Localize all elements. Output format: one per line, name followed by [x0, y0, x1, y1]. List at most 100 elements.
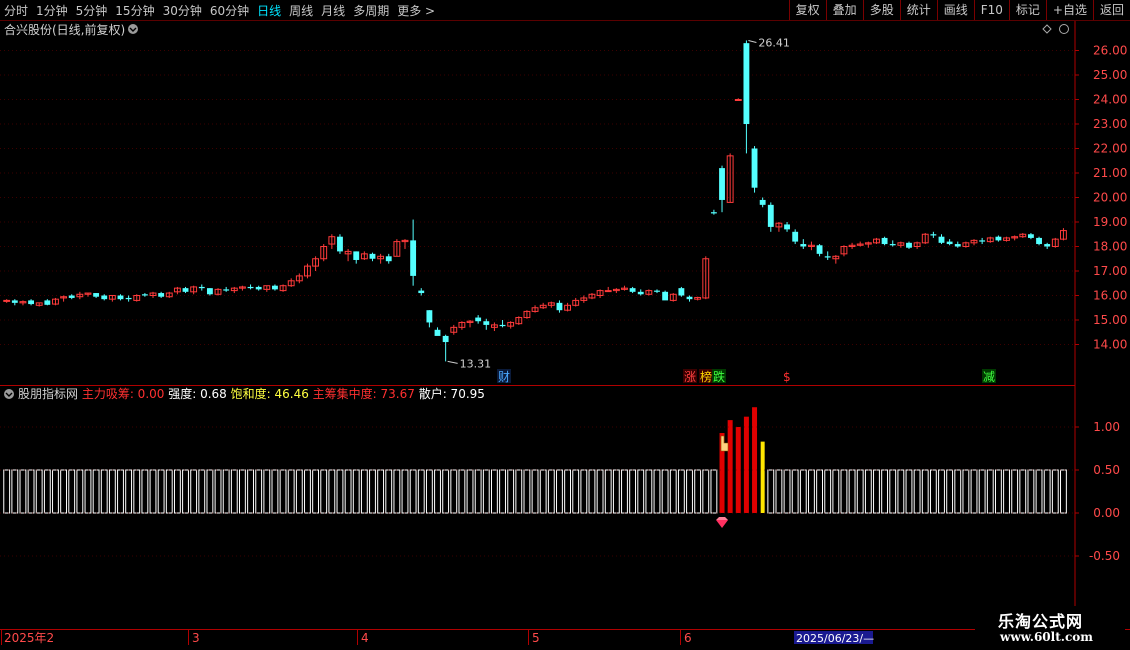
candle-down	[759, 199, 766, 205]
candle-down	[434, 329, 441, 336]
candle-down	[979, 240, 986, 242]
candle-down	[68, 295, 75, 298]
price-tick-label: 21.00	[1093, 166, 1127, 180]
candle-down	[499, 324, 506, 327]
indicator-value-2: 饱和度: 46.46	[231, 386, 313, 401]
candle-down	[125, 297, 132, 300]
candle-down	[11, 300, 18, 303]
event-marker: 财	[498, 370, 510, 384]
candle-down	[637, 291, 644, 295]
indicator-tick-label: 1.00	[1093, 420, 1120, 434]
candle-down	[418, 290, 425, 294]
event-marker: 减	[983, 370, 995, 384]
candle-down	[954, 244, 961, 247]
cursor-date-label: 2025/06/23/—	[796, 632, 874, 645]
candle-down	[767, 204, 774, 227]
candle-down	[385, 256, 392, 262]
event-marker: 跌	[713, 369, 725, 384]
candle-down	[784, 224, 790, 230]
indicator-bar-yellow	[760, 441, 765, 513]
indicator-value-3: 主筹集中度: 73.67	[313, 386, 419, 401]
candle-down	[483, 321, 490, 325]
price-tick-label: 14.00	[1093, 338, 1127, 352]
candle-down	[686, 296, 693, 300]
date-month-label: 4	[361, 631, 369, 645]
indicator-tick-label: 0.50	[1093, 463, 1120, 477]
price-tick-label: 22.00	[1093, 142, 1127, 156]
candle-down	[198, 286, 205, 289]
candle-down	[255, 286, 262, 290]
candle-down	[158, 293, 165, 297]
candle-down	[816, 245, 823, 254]
chart-area[interactable]: 26.00 25.00 24.00 23.00 22.00 21.00 20.00 19.00…	[0, 0, 1130, 650]
price-tick-label: 16.00	[1093, 289, 1127, 303]
candle-down	[629, 288, 636, 292]
candle-down	[654, 290, 660, 292]
candle-down	[743, 43, 750, 124]
event-marker: $	[783, 370, 791, 384]
watermark-title: 乐淘公式网	[998, 612, 1084, 631]
candle-down	[1044, 244, 1051, 247]
date-year-label: 2025年2	[4, 631, 54, 645]
candle-down	[662, 291, 669, 301]
date-month-label: 6	[684, 631, 692, 645]
candle-down	[946, 241, 953, 245]
candle-down	[800, 244, 807, 247]
indicator-bar-red	[752, 407, 758, 513]
candle-down	[141, 294, 148, 296]
candle-down	[337, 236, 343, 252]
candle-down	[930, 234, 937, 236]
candle-up	[3, 299, 11, 302]
indicator-legend: 股朋指标网 主力吸筹: 0.00 强度: 0.68 饱和度: 46.46 主筹集…	[18, 386, 485, 401]
high-label: 26.41	[758, 36, 790, 49]
price-tick-label: 19.00	[1093, 215, 1127, 229]
price-tick-label: 20.00	[1093, 191, 1127, 205]
candle-down	[442, 335, 449, 343]
price-tick-label: 17.00	[1093, 264, 1127, 278]
indicator-value-0: 主力吸筹: 0.00	[82, 387, 168, 401]
price-tick-label: 15.00	[1093, 313, 1127, 327]
candle-down	[410, 240, 417, 276]
candle-down	[1027, 234, 1034, 238]
candle-down	[206, 288, 213, 295]
candle-down	[182, 288, 189, 292]
candle-down	[272, 285, 278, 290]
candle-down	[101, 295, 108, 300]
candle-down	[1036, 237, 1042, 245]
candle-down	[889, 244, 896, 246]
price-tick-label: 18.00	[1093, 240, 1127, 254]
candle-down	[710, 212, 717, 214]
candle-down	[824, 256, 831, 258]
date-month-label: 5	[532, 631, 540, 645]
price-pane-title: 合兴股份(日线,前复权)	[4, 22, 125, 37]
candle-down	[678, 288, 685, 296]
event-marker: 榜	[700, 369, 712, 384]
price-tick-label: 24.00	[1093, 93, 1127, 107]
candle-down	[792, 231, 799, 242]
date-month-label: 3	[192, 631, 200, 645]
candle-down	[426, 310, 433, 323]
price-tick-label: 26.00	[1093, 44, 1127, 58]
indicator-bar-red	[727, 420, 733, 513]
indicator-tick-label: -0.50	[1089, 549, 1120, 563]
candle-down	[369, 253, 376, 259]
candle-down	[353, 251, 360, 260]
candle-down	[906, 242, 912, 248]
candle-down	[223, 289, 230, 291]
candle-down	[247, 286, 254, 289]
indicator-bar-red	[743, 416, 749, 513]
indicator-collapse-icon	[4, 389, 14, 399]
candle-up	[604, 290, 612, 293]
candle-down	[556, 302, 563, 311]
candle-down	[28, 300, 35, 305]
indicator-value-4: 散户: 70.95	[419, 386, 485, 401]
watermark-url: www.60lt.com	[1000, 630, 1093, 644]
candle-down	[117, 295, 124, 300]
candle-down	[995, 236, 1002, 241]
candle-up	[734, 99, 742, 101]
candle-down	[44, 300, 51, 305]
candle-down	[475, 317, 482, 322]
price-tick-label: 23.00	[1093, 117, 1127, 131]
candle-down	[938, 236, 945, 243]
pane-collapse-icon	[128, 24, 138, 34]
